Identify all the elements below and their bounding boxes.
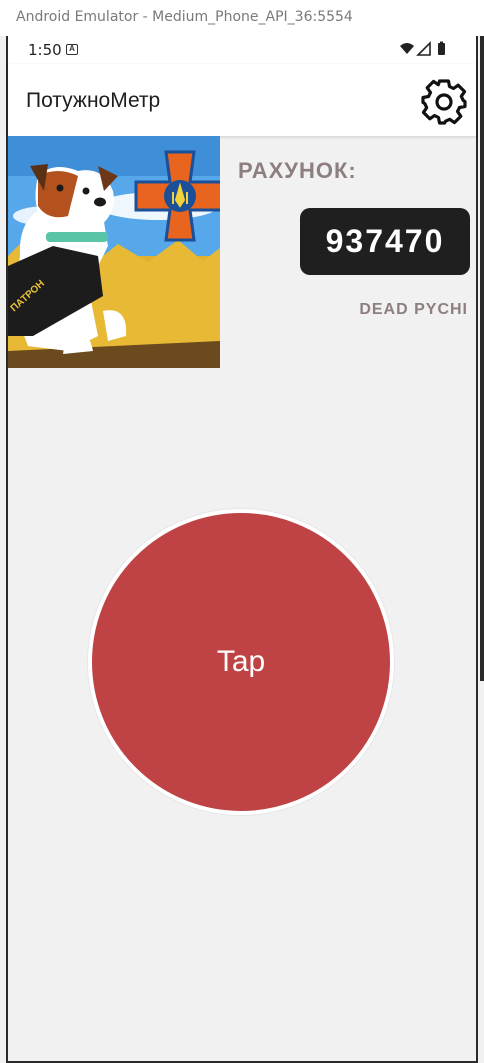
battery-icon bbox=[438, 43, 445, 55]
app-bar: ПотужноМетр bbox=[8, 64, 476, 136]
signal-icon bbox=[416, 41, 431, 56]
device-frame-edge bbox=[480, 36, 484, 681]
status-bar: 1:50 A bbox=[8, 36, 476, 64]
emulator-window: Android Emulator - Medium_Phone_API_36:5… bbox=[0, 0, 484, 1063]
wifi-icon bbox=[400, 43, 414, 54]
score-label: РАХУНОК: bbox=[238, 158, 357, 183]
a-badge-icon: A bbox=[66, 44, 78, 55]
hero-image-patron: ПАТРОН bbox=[8, 136, 220, 368]
status-time: 1:50 bbox=[28, 41, 62, 59]
phone-screen: 1:50 A ПотужноМетр ПАТРОН РАХУНОК: 93747… bbox=[6, 36, 478, 1063]
patron-dog-illustration: ПАТРОН bbox=[8, 136, 220, 368]
status-icons bbox=[400, 41, 445, 56]
tap-button-label: Tap bbox=[216, 645, 266, 678]
tap-button[interactable]: Tap bbox=[88, 509, 394, 815]
window-title: Android Emulator - Medium_Phone_API_36:5… bbox=[16, 9, 353, 25]
rank-label: DEAD PYCHI bbox=[359, 301, 468, 318]
settings-button[interactable] bbox=[418, 76, 470, 128]
score-value: 937470 bbox=[300, 208, 470, 275]
app-title: ПотужноМетр bbox=[26, 89, 161, 112]
gear-icon bbox=[421, 79, 467, 125]
window-titlebar: Android Emulator - Medium_Phone_API_36:5… bbox=[0, 0, 484, 36]
